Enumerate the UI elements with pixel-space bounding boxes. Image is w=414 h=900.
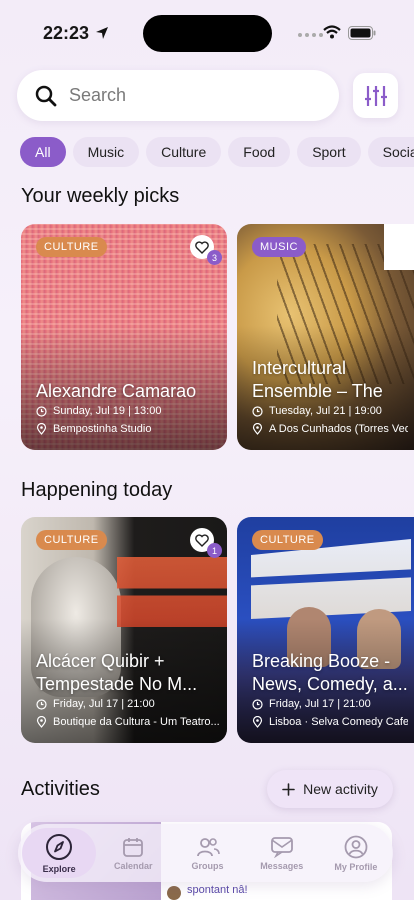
chip-social[interactable]: Social	[367, 137, 414, 167]
event-title: Alcácer Quibir + Tempestade No M...	[36, 651, 198, 694]
tab-bar: Explore Calendar Groups Messages My Prof…	[18, 824, 393, 882]
event-date: Friday, Jul 17 | 21:00	[36, 698, 221, 710]
event-date: Tuesday, Jul 21 | 19:00	[252, 405, 408, 417]
event-place: Bempostinha Studio	[36, 423, 221, 435]
search-bar[interactable]	[17, 70, 339, 121]
plus-icon	[282, 782, 295, 796]
event-place-text: A Dos Cunhados (Torres Vedr...	[269, 423, 408, 435]
event-card[interactable]: CULTURE Breaking Booze - News, Comedy, a…	[237, 517, 414, 743]
search-input[interactable]	[69, 85, 299, 106]
tab-label: Explore	[42, 863, 76, 874]
happening-today-title: Happening today	[21, 479, 173, 501]
sliders-icon	[364, 85, 387, 106]
event-date-text: Sunday, Jul 19 | 13:00	[53, 405, 162, 417]
event-place: Boutique da Cultura - Um Teatro...	[36, 716, 221, 728]
event-card[interactable]: CULTURE 3 Alexandre Camarao Sunday, Jul …	[21, 224, 227, 450]
event-title: Alexandre Camarao	[36, 381, 197, 401]
clock-icon	[252, 698, 263, 710]
chip-food[interactable]: Food	[228, 137, 291, 167]
chip-all[interactable]: All	[20, 137, 66, 167]
activities-title: Activities	[21, 778, 100, 800]
tab-profile[interactable]: My Profile	[319, 824, 393, 882]
event-place: Lisboa · Selva Comedy Cafe	[252, 716, 408, 728]
event-card[interactable]: CULTURE 1 Alcácer Quibir + Tempestade No…	[21, 517, 227, 743]
search-icon	[35, 85, 57, 106]
event-date-text: Friday, Jul 17 | 21:00	[53, 698, 155, 710]
status-time: 22:23	[43, 23, 90, 43]
tab-calendar[interactable]: Calendar	[96, 824, 170, 882]
chip-culture[interactable]: Culture	[146, 137, 222, 167]
filter-button[interactable]	[353, 73, 398, 118]
heart-icon	[195, 240, 209, 254]
event-date-text: Tuesday, Jul 21 | 19:00	[269, 405, 382, 417]
location-pin-icon	[36, 716, 47, 728]
wifi-icon	[323, 25, 341, 39]
location-pin-icon	[252, 716, 263, 728]
event-title: Breaking Booze - News, Comedy, a...	[252, 651, 408, 694]
category-badge: CULTURE	[36, 237, 107, 257]
location-pin-icon	[36, 423, 47, 435]
tab-label: Groups	[191, 860, 224, 871]
profile-icon	[344, 835, 368, 858]
tab-groups[interactable]: Groups	[170, 824, 244, 882]
location-pin-icon	[252, 423, 263, 435]
favorite-count: 3	[207, 250, 222, 265]
event-place-text: Bempostinha Studio	[53, 423, 152, 435]
tab-label: Messages	[260, 860, 304, 871]
event-place-text: Boutique da Cultura - Um Teatro...	[53, 716, 220, 728]
category-badge: CULTURE	[252, 530, 323, 550]
compass-icon	[46, 833, 73, 860]
chip-music[interactable]: Music	[72, 137, 140, 167]
new-activity-button[interactable]: New activity	[267, 770, 393, 808]
event-date: Friday, Jul 17 | 21:00	[252, 698, 408, 710]
tab-label: Calendar	[114, 860, 153, 871]
tab-messages[interactable]: Messages	[245, 824, 319, 882]
groups-icon	[196, 837, 220, 856]
clock-icon	[252, 405, 263, 417]
dynamic-island	[143, 15, 272, 52]
weekly-picks-title: Your weekly picks	[21, 185, 180, 207]
event-title: Intercultural Ensemble – The R...	[252, 358, 383, 401]
calendar-icon	[123, 837, 144, 857]
location-arrow-icon	[96, 27, 108, 39]
event-date: Sunday, Jul 19 | 13:00	[36, 405, 221, 417]
event-place: A Dos Cunhados (Torres Vedr...	[252, 423, 408, 435]
clock-icon	[36, 698, 47, 710]
favorite-count: 1	[207, 543, 222, 558]
tab-label: My Profile	[334, 861, 378, 872]
messages-icon	[270, 836, 293, 858]
status-bar: 22:23	[0, 0, 414, 60]
signal-icon	[298, 33, 323, 37]
event-date-text: Friday, Jul 17 | 21:00	[269, 698, 371, 710]
chip-sport[interactable]: Sport	[297, 137, 361, 167]
battery-icon	[348, 26, 376, 40]
new-activity-label: New activity	[303, 781, 378, 797]
tab-explore[interactable]: Explore	[22, 828, 97, 878]
activity-message: spontant nâ!	[187, 884, 248, 896]
clock-icon	[36, 405, 47, 417]
category-chips: All Music Culture Food Sport Social	[20, 137, 414, 167]
event-card[interactable]: MUSIC Intercultural Ensemble – The R... …	[237, 224, 414, 450]
avatar	[167, 886, 181, 900]
category-badge: CULTURE	[36, 530, 107, 550]
category-badge: MUSIC	[252, 237, 306, 257]
event-place-text: Lisboa · Selva Comedy Cafe	[269, 716, 408, 728]
heart-icon	[195, 533, 209, 547]
